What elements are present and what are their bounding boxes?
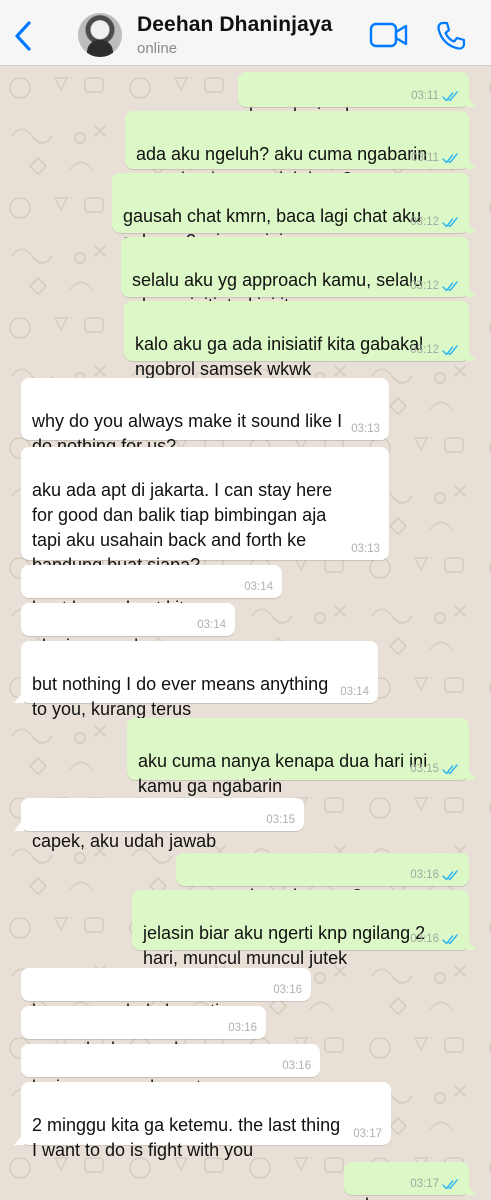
message-incoming[interactable]: 2 minggu kita ga ketemu. the last thing … bbox=[14, 1082, 391, 1160]
message-incoming[interactable]: lagi ngga mau berantem 03:16 bbox=[21, 1044, 320, 1097]
message-time: 03:13 bbox=[351, 423, 380, 435]
message-incoming[interactable]: aku juga usaha 03:14 bbox=[21, 603, 235, 656]
message-time: 03:12 bbox=[410, 216, 439, 228]
message-outgoing[interactable]: ya capeknya kenapa? 03:16 bbox=[176, 853, 469, 906]
voice-call-button[interactable] bbox=[435, 20, 467, 52]
message-time: 03:16 bbox=[273, 984, 302, 996]
contact-status: online bbox=[137, 40, 178, 57]
message-outgoing[interactable]: ada aku ngeluh? aku cuma ngabarin pacark… bbox=[125, 111, 476, 189]
message-meta: 03:13 bbox=[351, 423, 380, 435]
read-receipt-icon bbox=[442, 90, 458, 101]
message-meta: 03:17 bbox=[410, 1178, 460, 1190]
message-outgoing[interactable]: aku cuma nanya kenapa dua hari ini kamu … bbox=[127, 718, 476, 796]
message-meta: 03:12 bbox=[410, 280, 460, 292]
phone-icon bbox=[437, 21, 466, 50]
message-outgoing[interactable]: kalo aku ga ada inisiatif kita gabakal n… bbox=[124, 301, 476, 379]
message-time: 03:15 bbox=[410, 763, 439, 775]
message-time: 03:14 bbox=[197, 619, 226, 631]
message-incoming[interactable]: capek, aku udah jawab 03:15 bbox=[14, 798, 304, 851]
message-list[interactable]: baca lagi coba 03:11 ada aku ngeluh? aku… bbox=[0, 66, 491, 1200]
message-meta: 03:13 bbox=[351, 543, 380, 555]
message-time: 03:14 bbox=[340, 686, 369, 698]
message-time: 03:16 bbox=[228, 1022, 257, 1034]
contact-avatar[interactable] bbox=[78, 13, 122, 57]
message-time: 03:16 bbox=[410, 869, 439, 881]
message-incoming[interactable]: kamu ngga bakal ngerti 03:16 bbox=[21, 968, 311, 1021]
message-time: 03:15 bbox=[266, 814, 295, 826]
message-meta: 03:16 bbox=[410, 933, 460, 945]
message-time: 03:17 bbox=[353, 1128, 382, 1140]
message-incoming[interactable]: but nothing I do ever means anything to … bbox=[14, 641, 378, 719]
message-meta: 03:16 bbox=[410, 869, 460, 881]
read-receipt-icon bbox=[442, 152, 458, 163]
contact-name[interactable]: Deehan Dhaninjaya bbox=[137, 13, 332, 37]
message-text: capek, aku udah jawab bbox=[32, 831, 217, 851]
read-receipt-icon bbox=[442, 344, 458, 355]
message-meta: 03:15 bbox=[410, 763, 460, 775]
message-meta: 03:12 bbox=[410, 344, 460, 356]
message-outgoing[interactable]: jelasin biar aku ngerti knp ngilang 2 ha… bbox=[132, 890, 476, 968]
message-meta: 03:14 bbox=[197, 619, 226, 631]
message-time: 03:12 bbox=[410, 344, 439, 356]
message-meta: 03:15 bbox=[266, 814, 295, 826]
message-meta: 03:12 bbox=[410, 216, 460, 228]
back-button[interactable] bbox=[8, 18, 38, 54]
read-receipt-icon bbox=[442, 763, 458, 774]
message-time: 03:13 bbox=[351, 543, 380, 555]
message-time: 03:16 bbox=[282, 1060, 311, 1072]
read-receipt-icon bbox=[442, 1178, 458, 1189]
message-incoming[interactable]: aku ada apt di jakarta. I can stay here … bbox=[21, 447, 389, 575]
video-camera-icon bbox=[369, 22, 408, 48]
read-receipt-icon bbox=[442, 869, 458, 880]
message-meta: 03:16 bbox=[282, 1060, 311, 1072]
read-receipt-icon bbox=[442, 933, 458, 944]
message-time: 03:12 bbox=[410, 280, 439, 292]
message-meta: 03:16 bbox=[273, 984, 302, 996]
chat-header: Deehan Dhaninjaya online bbox=[0, 0, 491, 66]
message-outgoing[interactable]: gausah chat kmrn, baca lagi chat aku sel… bbox=[112, 173, 476, 251]
message-meta: 03:14 bbox=[340, 686, 369, 698]
chevron-left-icon bbox=[15, 21, 31, 51]
message-meta: 03:11 bbox=[411, 90, 460, 102]
message-outgoing[interactable]: baca lagi coba 03:11 bbox=[238, 72, 476, 125]
message-time: 03:14 bbox=[244, 581, 273, 593]
video-call-button[interactable] bbox=[369, 20, 409, 50]
message-incoming[interactable]: buat kamu, buat kita 03:14 bbox=[21, 565, 282, 618]
message-time: 03:11 bbox=[411, 90, 439, 102]
message-time: 03:16 bbox=[410, 933, 439, 945]
message-outgoing[interactable]: ok 03:17 bbox=[344, 1162, 476, 1200]
message-incoming[interactable]: sumpah aku capek 03:16 bbox=[21, 1006, 266, 1059]
message-incoming[interactable]: why do you always make it sound like I d… bbox=[21, 378, 389, 456]
message-meta: 03:17 bbox=[353, 1128, 382, 1140]
read-receipt-icon bbox=[442, 280, 458, 291]
message-meta: 03:16 bbox=[228, 1022, 257, 1034]
read-receipt-icon bbox=[442, 216, 458, 227]
message-text: ok bbox=[355, 1195, 374, 1200]
message-time: 03:17 bbox=[410, 1178, 439, 1190]
message-meta: 03:14 bbox=[244, 581, 273, 593]
message-meta: 03:11 bbox=[411, 152, 460, 164]
message-time: 03:11 bbox=[411, 152, 439, 164]
message-outgoing[interactable]: selalu aku yg approach kamu, selalu aku … bbox=[121, 237, 476, 315]
